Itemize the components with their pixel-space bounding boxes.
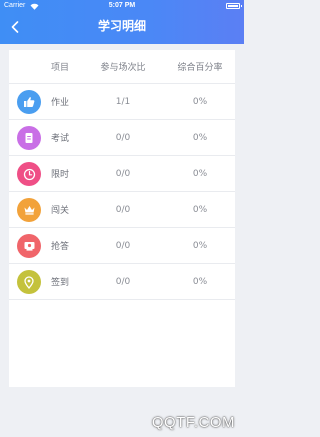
column-header-ratio: 参与场次比 <box>100 63 146 73</box>
crown-icon <box>17 198 41 222</box>
row-ratio: 0/0 <box>115 204 131 215</box>
table-row[interactable]: 签到 0/0 0% <box>9 264 235 300</box>
row-ratio: 1/1 <box>115 96 131 107</box>
buzzer-icon <box>17 234 41 258</box>
table-row[interactable]: 抢答 0/0 0% <box>9 228 235 264</box>
column-header-percent: 综合百分率 <box>177 63 223 73</box>
clock-icon <box>17 162 41 186</box>
row-ratio: 0/0 <box>115 168 131 179</box>
row-ratio: 0/0 <box>115 132 131 143</box>
row-percent: 0% <box>192 96 208 107</box>
table-header: 项目 参与场次比 综合百分率 <box>9 50 235 84</box>
page-title: 学习明细 <box>97 19 146 33</box>
watermark: QQTF.COM <box>151 414 235 431</box>
row-name: 抢答 <box>51 242 70 252</box>
battery-icon <box>226 3 242 9</box>
status-time: 5:07 PM <box>108 2 136 9</box>
table-row[interactable]: 作业 1/1 0% <box>9 84 235 120</box>
row-name: 签到 <box>51 278 70 288</box>
row-ratio: 0/0 <box>115 240 131 251</box>
row-name: 作业 <box>51 98 70 108</box>
app-header: Carrier 5:07 PM 学习明细 <box>0 0 244 44</box>
nav-bar: 学习明细 <box>0 12 244 44</box>
location-pin-icon <box>17 270 41 294</box>
table-row[interactable]: 考试 0/0 0% <box>9 120 235 156</box>
row-percent: 0% <box>192 276 208 287</box>
table-row[interactable]: 闯关 0/0 0% <box>9 192 235 228</box>
row-percent: 0% <box>192 240 208 251</box>
thumbs-up-icon <box>17 90 41 114</box>
row-ratio: 0/0 <box>115 276 131 287</box>
study-detail-table: 项目 参与场次比 综合百分率 作业 1/1 0% 考试 0/0 0% 限时 0/… <box>9 50 235 387</box>
column-header-item: 项目 <box>51 63 70 73</box>
row-name: 闯关 <box>51 206 70 216</box>
status-bar: Carrier 5:07 PM <box>0 0 244 12</box>
row-percent: 0% <box>192 168 208 179</box>
row-percent: 0% <box>192 204 208 215</box>
exam-paper-icon <box>17 126 41 150</box>
table-row[interactable]: 限时 0/0 0% <box>9 156 235 192</box>
row-name: 限时 <box>51 170 70 180</box>
row-name: 考试 <box>51 134 70 144</box>
row-percent: 0% <box>192 132 208 143</box>
